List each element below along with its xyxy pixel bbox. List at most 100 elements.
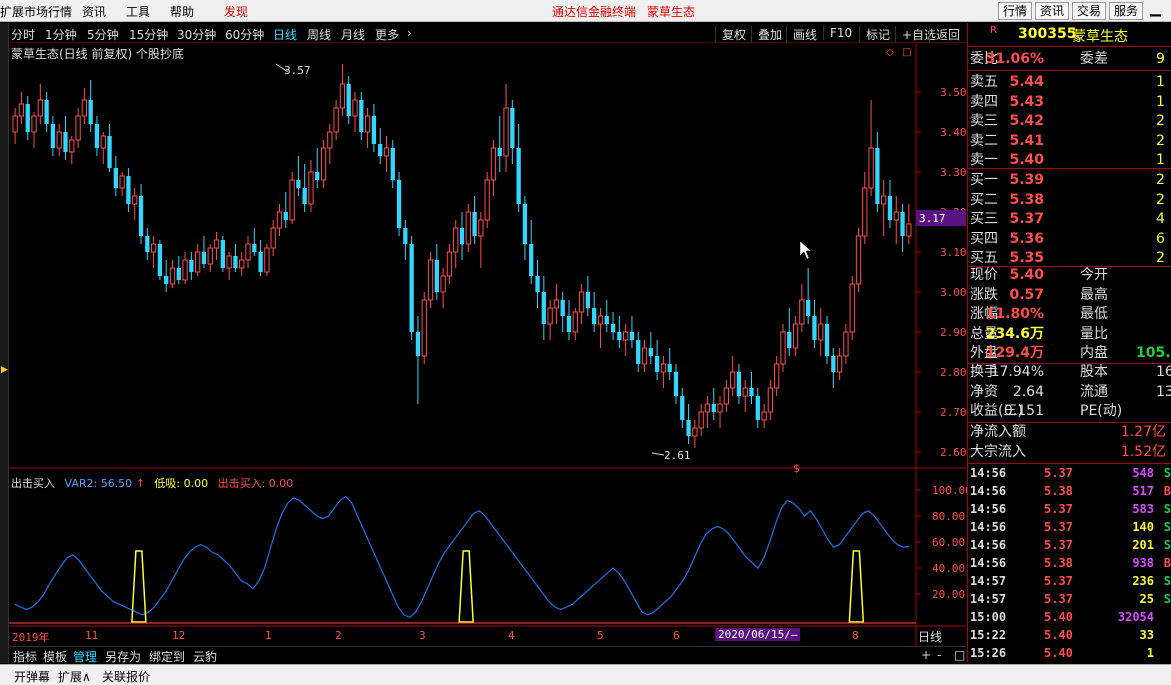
- tick-row: 14:57 5.37 236 S: [968, 572, 1171, 590]
- ask-label: 卖五: [970, 74, 998, 90]
- candle-body: [44, 100, 49, 124]
- market-button[interactable]: 行情: [998, 2, 1032, 20]
- window-icon[interactable]: □: [902, 47, 911, 58]
- var2-line: [14, 495, 910, 619]
- candle-body: [276, 211, 283, 229]
- news-button[interactable]: 资讯: [1035, 2, 1069, 20]
- candle-body: [31, 115, 37, 133]
- tab-yunbao[interactable]: 云豹: [193, 648, 217, 665]
- candle-body: [226, 255, 232, 269]
- stat-row: 外盘 129.4万 内盘 105.: [968, 344, 1171, 363]
- bid-row: 买一 5.39 2: [968, 171, 1171, 190]
- candle-body: [862, 187, 868, 237]
- ask-volume: 1: [1156, 93, 1165, 110]
- tick-volume: 33: [1139, 628, 1154, 642]
- expand-button[interactable]: 扩展∧: [58, 668, 91, 685]
- stat-label-2: PE(动): [1080, 403, 1123, 419]
- candle-body: [490, 147, 497, 181]
- candle-body: [132, 195, 138, 205]
- close-panel-icon[interactable]: □: [954, 648, 965, 662]
- candle-body: [774, 363, 780, 389]
- diamond-icon[interactable]: ◇: [886, 47, 894, 58]
- candle-body: [604, 316, 609, 324]
- date-label: 5: [597, 629, 604, 642]
- stat-value: 129.4万: [985, 345, 1044, 361]
- candle-body: [453, 227, 459, 253]
- zoom-out-icon[interactable]: -: [937, 648, 941, 662]
- candle-body: [553, 299, 560, 309]
- date-label: 12: [172, 629, 186, 642]
- candle-body: [497, 148, 502, 156]
- bid-row: 买三 5.37 4: [968, 210, 1171, 229]
- ask-price: 5.42: [1009, 113, 1044, 129]
- tick-price: 5.38: [1044, 484, 1073, 498]
- candle-body: [107, 136, 112, 168]
- kline-chart[interactable]: 100.00 80.00 60.00 40.00 20.00 3.50 3.40 3.30 3…: [0, 0, 967, 646]
- stat-row: 收益(三) 0.151 PE(动): [968, 402, 1171, 421]
- service-button[interactable]: 服务: [1109, 2, 1143, 20]
- candle-body: [359, 100, 364, 132]
- stat-label-2: 今开: [1080, 267, 1108, 283]
- tick-price: 5.37: [1044, 574, 1073, 588]
- price-tick-label: 2.60: [940, 446, 967, 459]
- candle-body: [63, 132, 68, 152]
- tab-manage[interactable]: 管理: [73, 648, 97, 665]
- cursor-date-label: 2020/06/15/—: [715, 628, 801, 641]
- current-price-label: 3.17: [919, 212, 946, 225]
- stat-value-2: 16: [1156, 364, 1171, 380]
- candle-body: [189, 260, 194, 272]
- candle-body: [415, 332, 421, 356]
- tick-time: 14:56: [970, 466, 1007, 480]
- candle-body: [302, 188, 307, 204]
- candle-body: [75, 115, 81, 141]
- mouse-cursor-icon: [799, 240, 812, 260]
- price-tick-label: 3.00: [940, 286, 967, 299]
- tab-bind[interactable]: 绑定到: [149, 648, 185, 665]
- tab-template[interactable]: 模板: [43, 648, 67, 665]
- candle-body: [572, 311, 578, 333]
- candle-body: [346, 84, 351, 116]
- price-axis: 3.503.403.303.203.103.002.902.802.702.60: [916, 86, 967, 459]
- candle-body: [383, 147, 390, 157]
- tick-row: 15:22 5.40 33: [968, 626, 1171, 644]
- indicator-tick-label: 100.00: [932, 484, 967, 497]
- indicator-name[interactable]: 出击买入: [11, 477, 55, 490]
- candle-body: [887, 196, 893, 220]
- date-label: 11: [85, 629, 99, 642]
- ask-row: 卖二 5.41 2: [968, 132, 1171, 151]
- rights-badge: R: [990, 25, 997, 36]
- tick-time: 14:56: [970, 556, 1007, 570]
- bid-volume: 2: [1156, 172, 1165, 188]
- candle-body: [849, 283, 855, 333]
- tick-volume: 201: [1132, 538, 1154, 552]
- stat-row: 净资 2.64 流通 13: [968, 383, 1171, 402]
- minimize-icon[interactable]: ▁: [1150, 1, 1161, 17]
- tick-volume: 236: [1132, 574, 1154, 588]
- period-label[interactable]: 日线: [918, 628, 942, 645]
- tab-indicator[interactable]: 指标: [13, 648, 37, 665]
- candle-body: [327, 131, 333, 149]
- stat-value: 5.40: [1009, 267, 1044, 283]
- stat-value: 0.57: [1009, 286, 1044, 303]
- related-quote-button[interactable]: 关联报价: [102, 668, 150, 685]
- weibi-value: 31.06%: [985, 51, 1044, 67]
- candle-body: [510, 108, 515, 148]
- candle-body: [308, 171, 314, 205]
- candle-body: [427, 259, 434, 301]
- candle-body: [881, 195, 887, 205]
- tick-time: 14:57: [970, 592, 1007, 606]
- candle-body: [434, 260, 439, 292]
- low-annotation-arrow: [651, 452, 665, 456]
- date-label: 2: [335, 629, 342, 642]
- chart-title: 蒙草生态(日线 前复权) 个股抄底: [11, 47, 184, 61]
- tab-save-as[interactable]: 另存为: [105, 648, 141, 665]
- candle-body: [729, 371, 736, 389]
- trade-button[interactable]: 交易: [1072, 2, 1106, 20]
- indicator-tick-label: 60.00: [932, 536, 965, 549]
- status-bar: 开弹幕 扩展∧ 关联报价: [0, 664, 1171, 685]
- tick-price: 5.37: [1044, 502, 1073, 516]
- stat-value: 234.6万: [985, 325, 1044, 342]
- danmu-button[interactable]: 开弹幕: [14, 668, 50, 685]
- tick-flag: S: [1163, 466, 1171, 480]
- zoom-in-icon[interactable]: +: [921, 648, 931, 662]
